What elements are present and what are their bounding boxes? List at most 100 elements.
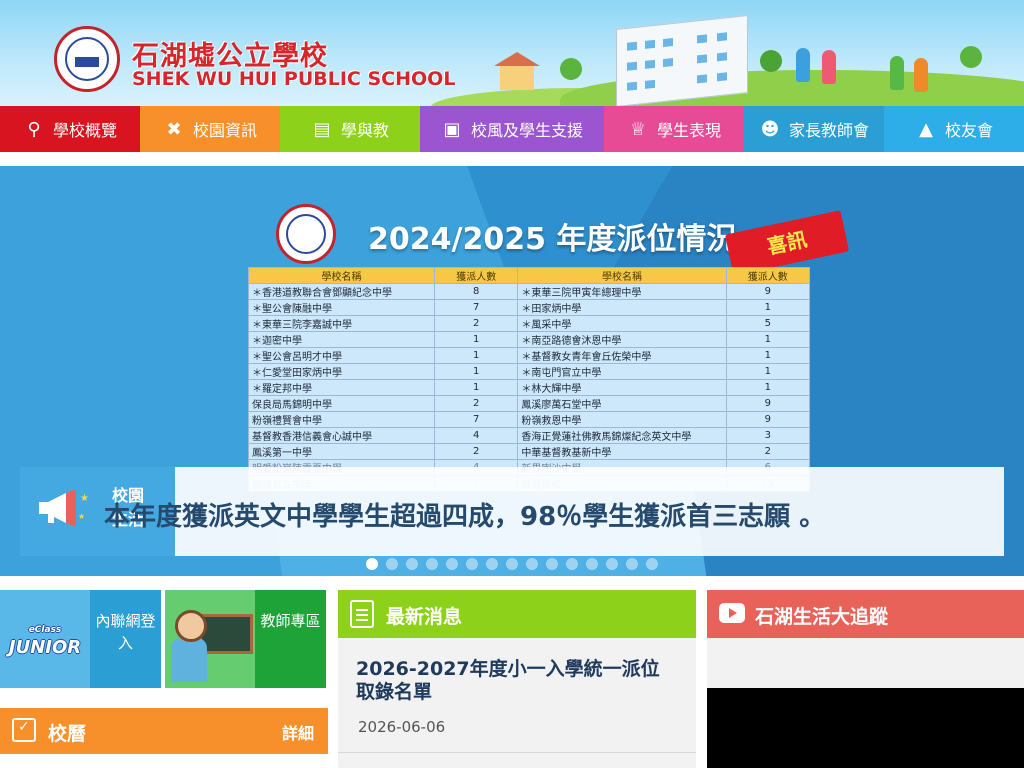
table-cell: ＊南亞路德會沐恩中學 — [517, 331, 727, 348]
table-row: ＊東華三院李嘉誠中學 2 ＊風采中學 5 — [248, 315, 811, 332]
slider-dot[interactable] — [486, 558, 498, 570]
slider-dot[interactable] — [446, 558, 458, 570]
slider-dot[interactable] — [626, 558, 638, 570]
table-cell: 1 — [433, 379, 519, 396]
hero-slider[interactable]: 2024/2025 年度派位情況 喜訊 學校名稱 獲派人數 學校名稱 獲派人數 … — [0, 166, 1024, 576]
calendar-more-link[interactable]: 詳細 — [282, 720, 314, 744]
nav-item-alumni[interactable]: ▲ 校友會 — [884, 106, 1024, 152]
table-cell: 1 — [725, 363, 811, 380]
table-cell: 7 — [433, 299, 519, 316]
nav-item-label: 家長教師會 — [788, 121, 869, 140]
svg-text:★: ★ — [80, 493, 89, 504]
video-player[interactable] — [707, 688, 1024, 768]
slider-dot[interactable] — [566, 558, 578, 570]
calendar-title: 校曆 — [48, 723, 87, 745]
nav-item-campus-info[interactable]: ✖ 校園資訊 — [140, 106, 280, 152]
magnifier-icon: ⚲ — [27, 118, 41, 140]
table-cell: 2 — [433, 443, 519, 460]
people-icon: ☻ — [760, 118, 780, 140]
video-title: 石湖生活大追蹤 — [755, 606, 889, 628]
hero-title: 2024/2025 年度派位情況 — [368, 222, 737, 257]
slider-dot[interactable] — [646, 558, 658, 570]
table-cell: ＊林大輝中學 — [517, 379, 727, 396]
nav-item-learning-teaching[interactable]: ▤ 學與教 — [280, 106, 420, 152]
table-cell: 香海正覺蓮社佛教馬錦燦紀念英文中學 — [517, 427, 727, 444]
nav-item-student-support[interactable]: ▣ 校風及學生支援 — [420, 106, 604, 152]
slider-dot[interactable] — [526, 558, 538, 570]
table-cell: 9 — [725, 411, 811, 428]
table-cell: 1 — [725, 379, 811, 396]
nav-item-label: 學與教 — [340, 121, 389, 140]
divider — [338, 752, 696, 753]
eclass-junior-link[interactable]: eClass JUNIOR — [0, 590, 90, 688]
slider-dot[interactable] — [506, 558, 518, 570]
table-cell: 9 — [725, 283, 811, 300]
table-cell: ＊聖公會陳融中學 — [248, 299, 435, 316]
school-building-illustration — [616, 15, 748, 106]
megaphone-icon: ★ ★ — [39, 489, 89, 527]
slider-pagination — [366, 558, 658, 570]
table-header: 學校名稱 — [517, 267, 727, 284]
book-icon: ▤ — [313, 118, 331, 140]
slider-dot[interactable] — [366, 558, 378, 570]
slider-dot[interactable] — [546, 558, 558, 570]
table-cell: 8 — [433, 283, 519, 300]
table-cell: ＊風采中學 — [517, 315, 727, 332]
nav-item-label: 學生表現 — [656, 121, 721, 140]
table-header: 獲派人數 — [433, 267, 519, 284]
table-cell: ＊田家炳中學 — [517, 299, 727, 316]
nav-item-pta[interactable]: ☻ 家長教師會 — [744, 106, 884, 152]
table-cell: ＊東華三院李嘉誠中學 — [248, 315, 435, 332]
table-cell: ＊東華三院甲寅年總理中學 — [517, 283, 727, 300]
table-row: ＊聖公會陳融中學 7 ＊田家炳中學 1 — [248, 299, 811, 316]
table-cell: ＊羅定邦中學 — [248, 379, 435, 396]
news-header: 最新消息 — [338, 590, 696, 638]
school-name-en: SHEK WU HUI PUBLIC SCHOOL — [132, 68, 456, 90]
slider-dot[interactable] — [386, 558, 398, 570]
header-house-illustration — [494, 52, 540, 90]
table-cell: 4 — [433, 427, 519, 444]
table-cell: 2 — [433, 395, 519, 412]
table-cell: 1 — [433, 347, 519, 364]
table-cell: 1 — [725, 299, 811, 316]
table-cell: ＊迦密中學 — [248, 331, 435, 348]
table-cell: 粉嶺救恩中學 — [517, 411, 727, 428]
calendar-check-icon — [12, 718, 36, 742]
hero-caption: 本年度獲派英文中學學生超過四成，98％學生獲派首三志願 。 — [104, 502, 826, 532]
nav-item-student-performance[interactable]: ♕ 學生表現 — [604, 106, 744, 152]
table-cell: ＊聖公會呂明才中學 — [248, 347, 435, 364]
school-calendar-panel: 校曆 詳細 — [0, 708, 328, 754]
news-title: 最新消息 — [386, 606, 463, 628]
child-illustration — [822, 50, 836, 84]
table-row: ＊羅定邦中學 1 ＊林大輝中學 1 — [248, 379, 811, 396]
table-cell: ＊香港道教聯合會鄧顯紀念中學 — [248, 283, 435, 300]
intranet-login-link[interactable]: 內聯網登入 — [90, 590, 161, 688]
table-row: 粉嶺禮賢會中學 7 粉嶺救恩中學 9 — [248, 411, 811, 428]
table-cell: 基督教香港信義會心誠中學 — [248, 427, 435, 444]
slider-dot[interactable] — [466, 558, 478, 570]
nav-item-school-overview[interactable]: ⚲ 學校概覽 — [0, 106, 140, 152]
teacher-illustration[interactable] — [165, 590, 255, 688]
slider-dot[interactable] — [426, 558, 438, 570]
slider-dot[interactable] — [586, 558, 598, 570]
video-panel: 石湖生活大追蹤 — [707, 590, 1024, 768]
teacher-zone-link[interactable]: 教師專區 — [255, 590, 326, 688]
table-cell: 1 — [725, 347, 811, 364]
table-cell: ＊基督教女青年會丘佐榮中學 — [517, 347, 727, 364]
table-row: 基督教香港信義會心誠中學 4 香海正覺蓮社佛教馬錦燦紀念英文中學 3 — [248, 427, 811, 444]
table-header: 獲派人數 — [725, 267, 811, 284]
monitor-icon: ▣ — [443, 118, 461, 140]
svg-text:★: ★ — [78, 512, 85, 521]
table-cell: 2 — [433, 315, 519, 332]
main-nav: ⚲ 學校概覽 ✖ 校園資訊 ▤ 學與教 ▣ 校風及學生支援 ♕ 學生表現 ☻ 家… — [0, 106, 1024, 152]
slider-dot[interactable] — [606, 558, 618, 570]
news-item-title[interactable]: 2026-2027年度小一入學統一派位取錄名單 — [356, 658, 676, 704]
tree-illustration — [560, 58, 582, 80]
table-cell: 7 — [433, 411, 519, 428]
video-header: 石湖生活大追蹤 — [707, 590, 1024, 638]
eclass-logo: eClass JUNIOR — [8, 625, 82, 658]
hero-school-logo — [276, 204, 336, 264]
school-logo[interactable] — [54, 26, 120, 92]
table-header: 學校名稱 — [248, 267, 435, 284]
slider-dot[interactable] — [406, 558, 418, 570]
